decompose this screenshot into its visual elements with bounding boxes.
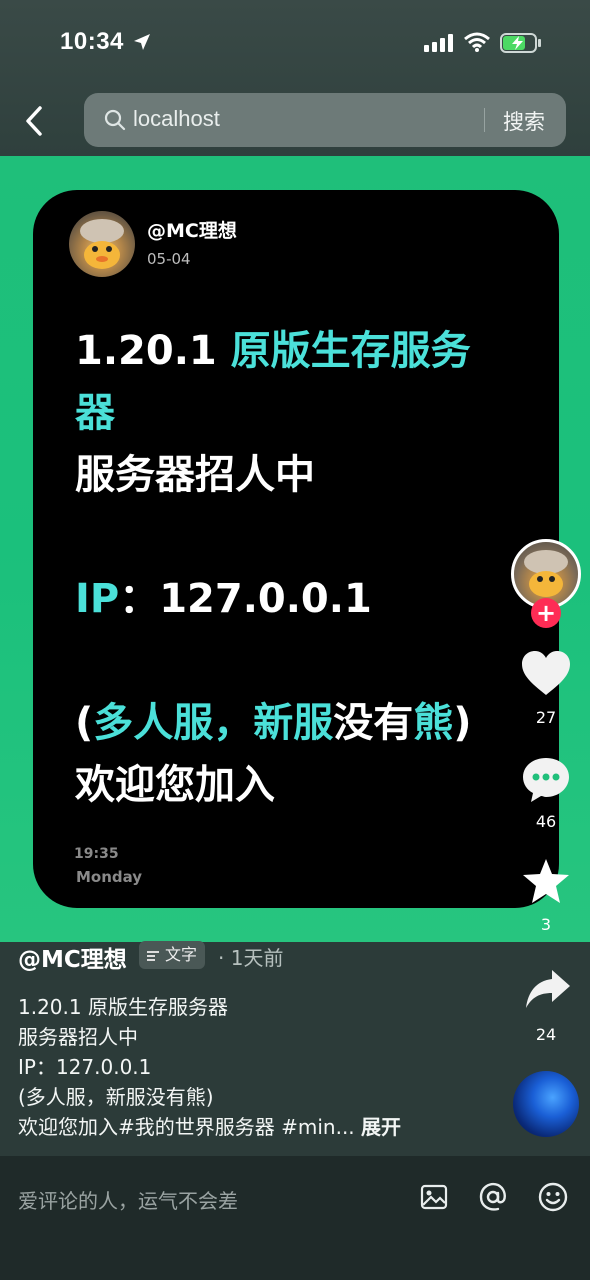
- battery-charging-icon: [500, 33, 541, 53]
- follow-button[interactable]: +: [531, 598, 561, 628]
- search-icon: [104, 109, 126, 131]
- card-author-avatar: [69, 211, 135, 277]
- text-tag-badge: 文字: [139, 941, 206, 969]
- wifi-icon: [464, 32, 490, 52]
- image-icon[interactable]: [420, 1183, 448, 1211]
- card-text-line-6: 欢迎您加入: [75, 762, 275, 808]
- card-date: 05-04: [147, 250, 191, 268]
- back-button[interactable]: [18, 104, 52, 138]
- cellular-signal-icon: [424, 34, 453, 52]
- description-line-2: 服务器招人中: [18, 1025, 138, 1049]
- comment-input[interactable]: 爱评论的人，运气不会差: [18, 1185, 238, 1214]
- video-author[interactable]: @MC理想: [18, 940, 127, 974]
- status-time: 10:34: [60, 28, 124, 55]
- comment-icon[interactable]: [521, 756, 571, 804]
- search-input[interactable]: localhost: [133, 106, 220, 132]
- mention-at-icon[interactable]: [478, 1182, 508, 1212]
- card-text-line-4: IP：127.0.0.1: [75, 576, 372, 622]
- search-button[interactable]: 搜索: [503, 106, 545, 136]
- description-line-1: 1.20.1 原版生存服务器: [18, 995, 228, 1019]
- description-line-4: (多人服，新服没有熊): [18, 1085, 214, 1109]
- share-icon[interactable]: [524, 968, 572, 1010]
- like-count: 27: [535, 708, 557, 727]
- share-count: 24: [535, 1025, 557, 1044]
- description-line-5: 欢迎您加入#我的世界服务器 #min... 展开: [18, 1115, 402, 1139]
- text-lines-icon: [147, 950, 159, 961]
- card-clock-time: 19:35: [74, 846, 119, 862]
- card-clock-day: Monday: [76, 868, 143, 886]
- card-author-name: @MC理想: [147, 220, 237, 242]
- search-divider: [484, 108, 485, 132]
- description-line-3: IP：127.0.0.1: [18, 1055, 152, 1079]
- star-icon[interactable]: [522, 858, 570, 904]
- comment-count: 46: [535, 812, 557, 831]
- location-arrow-icon: [134, 34, 150, 50]
- expand-button[interactable]: 展开: [361, 1115, 401, 1139]
- card-text-line-5: (多人服，新服没有熊): [75, 700, 472, 746]
- card-text-line-1: 1.20.1 原版生存服务: [75, 328, 471, 374]
- card-text-line-3: 服务器招人中: [75, 452, 315, 498]
- heart-icon[interactable]: [521, 651, 571, 697]
- emoji-icon[interactable]: [538, 1182, 568, 1212]
- comment-bar: [0, 1156, 590, 1280]
- favorite-count: 3: [540, 915, 552, 934]
- card-text-line-2: 器: [75, 390, 115, 436]
- post-time: · 1天前: [218, 946, 284, 970]
- music-disc[interactable]: [513, 1071, 579, 1137]
